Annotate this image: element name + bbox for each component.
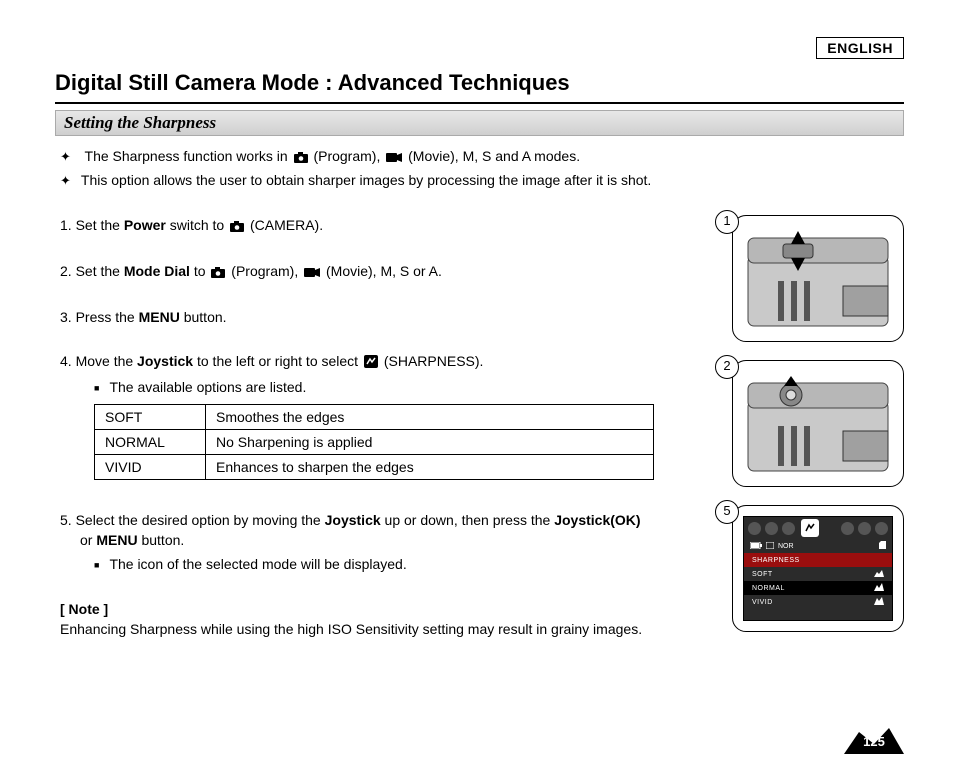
text: 2. Set the <box>60 263 124 279</box>
movie-icon <box>386 147 402 169</box>
card-icon <box>766 542 774 551</box>
figure-number: 1 <box>715 210 739 234</box>
text-bold: Joystick <box>137 353 193 369</box>
figure-1: 1 <box>732 215 904 342</box>
page-title: Digital Still Camera Mode : Advanced Tec… <box>55 70 904 104</box>
intro-block: The Sharpness function works in (Program… <box>60 145 904 192</box>
tab-icon <box>875 522 888 535</box>
text-bold: MENU <box>139 309 180 325</box>
camera-illustration <box>743 226 893 331</box>
figure-menu: 5 NOR SHARPNESS <box>732 505 904 632</box>
text: 4. Move the <box>60 353 137 369</box>
text-bold: Joystick <box>325 512 381 528</box>
text: to <box>190 263 209 279</box>
text: or <box>80 532 96 548</box>
text: switch to <box>166 217 228 233</box>
sharpness-icon <box>364 353 378 373</box>
tab-row <box>744 517 892 539</box>
tab-icon <box>858 522 871 535</box>
text: (Program), <box>227 263 302 279</box>
soft-icon <box>874 569 884 579</box>
text-bold: Joystick(OK) <box>554 512 640 528</box>
tab-icon <box>841 522 854 535</box>
note-body: Enhancing Sharpness while using the high… <box>60 619 700 639</box>
tab-selected-icon <box>801 519 819 537</box>
menu-item-normal: NORMAL <box>744 581 892 595</box>
step-5: 5. Select the desired option by moving t… <box>60 510 700 575</box>
text: The Sharpness function works in <box>85 148 292 164</box>
info-row: NOR <box>744 539 892 553</box>
camera-illustration <box>743 371 893 476</box>
text: button. <box>180 309 227 325</box>
step-5-sub: The icon of the selected mode will be di… <box>94 554 700 575</box>
text: 1. Set the <box>60 217 124 233</box>
vivid-icon <box>874 597 884 607</box>
sharpness-indicator: NOR <box>778 543 794 550</box>
text: (Movie), M, S and A modes. <box>408 148 580 164</box>
intro-line-1: The Sharpness function works in (Program… <box>60 145 904 169</box>
text-bold: MENU <box>96 532 137 548</box>
options-table: SOFTSmoothes the edges NORMALNo Sharpeni… <box>94 404 654 480</box>
section-heading: Setting the Sharpness <box>55 110 904 136</box>
menu-header: SHARPNESS <box>744 553 892 567</box>
text-bold: Power <box>124 217 166 233</box>
camera-icon <box>230 217 244 237</box>
menu-item-label: NORMAL <box>752 585 785 592</box>
step-4-sub: The available options are listed. <box>94 377 700 398</box>
table-row: NORMALNo Sharpening is applied <box>95 430 654 455</box>
text: (Movie), M, S or A. <box>322 263 442 279</box>
option-name: SOFT <box>95 405 206 430</box>
tab-icon <box>765 522 778 535</box>
page-number-badge: 125 <box>844 724 904 754</box>
option-desc: Enhances to sharpen the edges <box>206 455 654 480</box>
text: (Program), <box>313 148 384 164</box>
step-4: 4. Move the Joystick to the left or righ… <box>60 351 700 480</box>
step-1: 1. Set the Power switch to (CAMERA). <box>60 215 700 237</box>
text: (SHARPNESS). <box>380 353 483 369</box>
tab-icon <box>748 522 761 535</box>
figure-2: 2 <box>732 360 904 487</box>
table-row: SOFTSmoothes the edges <box>95 405 654 430</box>
step-2: 2. Set the Mode Dial to (Program), (Movi… <box>60 261 700 283</box>
option-name: VIVID <box>95 455 206 480</box>
text: 5. Select the desired option by moving t… <box>60 512 325 528</box>
note-heading: [ Note ] <box>60 599 700 619</box>
menu-item-vivid: VIVID <box>744 595 892 609</box>
text: (CAMERA). <box>246 217 323 233</box>
card-icon <box>879 541 886 551</box>
table-row: VIVIDEnhances to sharpen the edges <box>95 455 654 480</box>
language-badge: ENGLISH <box>816 37 904 59</box>
option-name: NORMAL <box>95 430 206 455</box>
lcd-screen: NOR SHARPNESS SOFT NORMAL VIVID <box>743 516 893 621</box>
figure-number: 5 <box>715 500 739 524</box>
normal-icon <box>874 583 884 593</box>
step-3: 3. Press the MENU button. <box>60 307 700 327</box>
option-desc: No Sharpening is applied <box>206 430 654 455</box>
menu-item-label: SOFT <box>752 571 773 578</box>
text: button. <box>138 532 185 548</box>
camera-icon <box>211 263 225 283</box>
figure-number: 2 <box>715 355 739 379</box>
menu-item-label: VIVID <box>752 599 773 606</box>
battery-icon <box>750 542 762 551</box>
tab-icon <box>782 522 795 535</box>
option-desc: Smoothes the edges <box>206 405 654 430</box>
text: to the left or right to select <box>193 353 362 369</box>
movie-icon <box>304 263 320 283</box>
text-bold: Mode Dial <box>124 263 190 279</box>
intro-line-2: This option allows the user to obtain sh… <box>60 169 904 192</box>
menu-item-soft: SOFT <box>744 567 892 581</box>
text: up or down, then press the <box>381 512 555 528</box>
page-number: 125 <box>844 724 904 754</box>
camera-icon <box>294 147 308 169</box>
steps-block: 1. Set the Power switch to (CAMERA). 2. … <box>60 215 700 639</box>
text: 3. Press the <box>60 309 139 325</box>
